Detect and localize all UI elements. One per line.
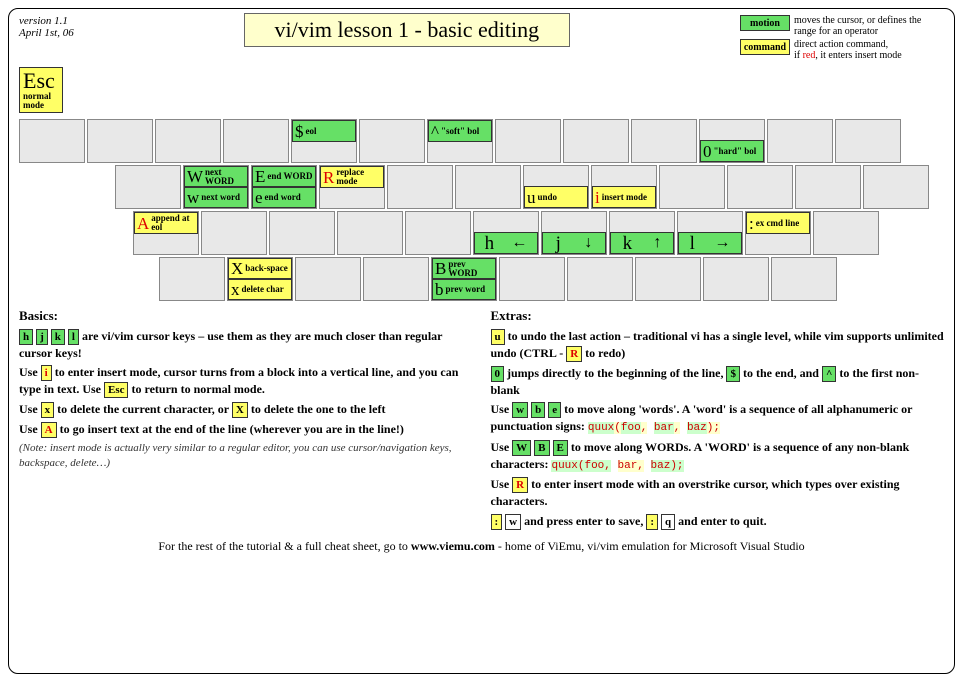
key-blank xyxy=(87,119,153,163)
key-b: Bprev WORD bprev word xyxy=(431,257,497,301)
version-block: version 1.1 April 1st, 06 xyxy=(19,15,74,39)
inline-key-x: x xyxy=(41,402,55,418)
inline-key-j: j xyxy=(36,329,48,345)
arrow-left-icon: ← xyxy=(511,235,527,251)
legend: motion moves the cursor, or defines the … xyxy=(740,15,944,63)
inline-key-R: R xyxy=(566,346,582,362)
inline-key-h: h xyxy=(19,329,33,345)
inline-key-0: 0 xyxy=(491,366,505,382)
legend-command-desc: direct action command, if red, it enters… xyxy=(794,39,944,61)
key-blank xyxy=(387,165,453,209)
inline-key-caret: ^ xyxy=(822,366,836,382)
inline-key-i: i xyxy=(41,365,52,381)
key-blank xyxy=(115,165,181,209)
key-blank xyxy=(703,257,769,301)
key-l: l→ xyxy=(677,211,743,255)
key-blank xyxy=(295,257,361,301)
esc-key-label: Esc xyxy=(23,70,59,92)
legend-motion-box: motion xyxy=(740,15,790,31)
version-text: version 1.1 xyxy=(19,15,74,27)
key-blank xyxy=(499,257,565,301)
date-text: April 1st, 06 xyxy=(19,27,74,39)
extras-header: Extras: xyxy=(491,308,532,323)
legend-command-box: command xyxy=(740,39,790,55)
arrow-down-icon: ↓ xyxy=(584,235,592,251)
inline-key-b: b xyxy=(531,402,545,418)
arrow-right-icon: → xyxy=(714,235,730,251)
key-blank xyxy=(813,211,879,255)
key-blank xyxy=(835,119,901,163)
inline-key-W: W xyxy=(512,440,531,456)
inline-key-w2: w xyxy=(505,514,521,530)
key-blank xyxy=(405,211,471,255)
inline-key-colon2: : xyxy=(646,514,658,530)
key-zero: 0"hard" bol xyxy=(699,119,765,163)
inline-key-dollar: $ xyxy=(726,366,740,382)
inline-key-w: w xyxy=(512,402,528,418)
code-sample-words: quux(foo, bar, baz); xyxy=(588,422,720,434)
key-r: Rreplace mode xyxy=(319,165,385,209)
key-blank xyxy=(635,257,701,301)
key-blank xyxy=(659,165,725,209)
inline-key-E: E xyxy=(553,440,568,456)
key-a: Aappend at eol xyxy=(133,211,199,255)
page-title: vi/vim lesson 1 - basic editing xyxy=(244,13,571,47)
key-blank xyxy=(727,165,793,209)
code-sample-WORDS: quux(foo, bar, baz); xyxy=(551,460,683,472)
key-dollar: $eol xyxy=(291,119,357,163)
key-blank xyxy=(359,119,425,163)
key-colon: :ex cmd line xyxy=(745,211,811,255)
key-k: k↑ xyxy=(609,211,675,255)
key-blank xyxy=(19,119,85,163)
basics-header: Basics: xyxy=(19,308,58,323)
key-x: Xback-space xdelete char xyxy=(227,257,293,301)
footer: For the rest of the tutorial & a full ch… xyxy=(19,539,944,554)
key-caret: ^"soft" bol xyxy=(427,119,493,163)
basics-note: (Note: insert mode is actually very simi… xyxy=(19,441,473,471)
inline-key-q: q xyxy=(661,514,675,530)
key-blank xyxy=(159,257,225,301)
key-blank xyxy=(631,119,697,163)
key-blank xyxy=(567,257,633,301)
inline-key-A: A xyxy=(41,422,57,438)
inline-key-k: k xyxy=(51,329,65,345)
key-u: uundo xyxy=(523,165,589,209)
key-blank xyxy=(767,119,833,163)
key-blank xyxy=(771,257,837,301)
inline-key-R2: R xyxy=(512,477,528,493)
key-e: Eend WORD eend word xyxy=(251,165,317,209)
key-blank xyxy=(223,119,289,163)
cheatsheet-frame: version 1.1 April 1st, 06 vi/vim lesson … xyxy=(8,8,955,674)
key-blank xyxy=(269,211,335,255)
key-blank xyxy=(495,119,561,163)
legend-motion-desc: moves the cursor, or defines the range f… xyxy=(794,15,944,37)
key-i: iinsert mode xyxy=(591,165,657,209)
key-h: h← xyxy=(473,211,539,255)
keyboard: $eol ^"soft" bol 0"hard" bol Wnext WORD xyxy=(19,119,944,301)
inline-key-e: e xyxy=(548,402,561,418)
key-blank xyxy=(863,165,929,209)
basics-column: Basics: h j k l are vi/vim cursor keys –… xyxy=(19,307,473,533)
inline-key-X: X xyxy=(232,402,248,418)
key-blank xyxy=(363,257,429,301)
inline-key-u: u xyxy=(491,329,505,345)
key-blank xyxy=(155,119,221,163)
esc-key: Esc normal mode xyxy=(19,67,63,113)
arrow-up-icon: ↑ xyxy=(653,235,661,251)
key-w: Wnext WORD wnext word xyxy=(183,165,249,209)
extras-column: Extras: u to undo the last action – trad… xyxy=(491,307,945,533)
key-blank xyxy=(795,165,861,209)
key-blank xyxy=(337,211,403,255)
inline-key-l: l xyxy=(68,329,79,345)
inline-key-esc: Esc xyxy=(104,382,129,398)
key-blank xyxy=(201,211,267,255)
key-blank xyxy=(455,165,521,209)
key-j: j↓ xyxy=(541,211,607,255)
key-blank xyxy=(563,119,629,163)
inline-key-B: B xyxy=(534,440,549,456)
inline-key-colon: : xyxy=(491,514,503,530)
